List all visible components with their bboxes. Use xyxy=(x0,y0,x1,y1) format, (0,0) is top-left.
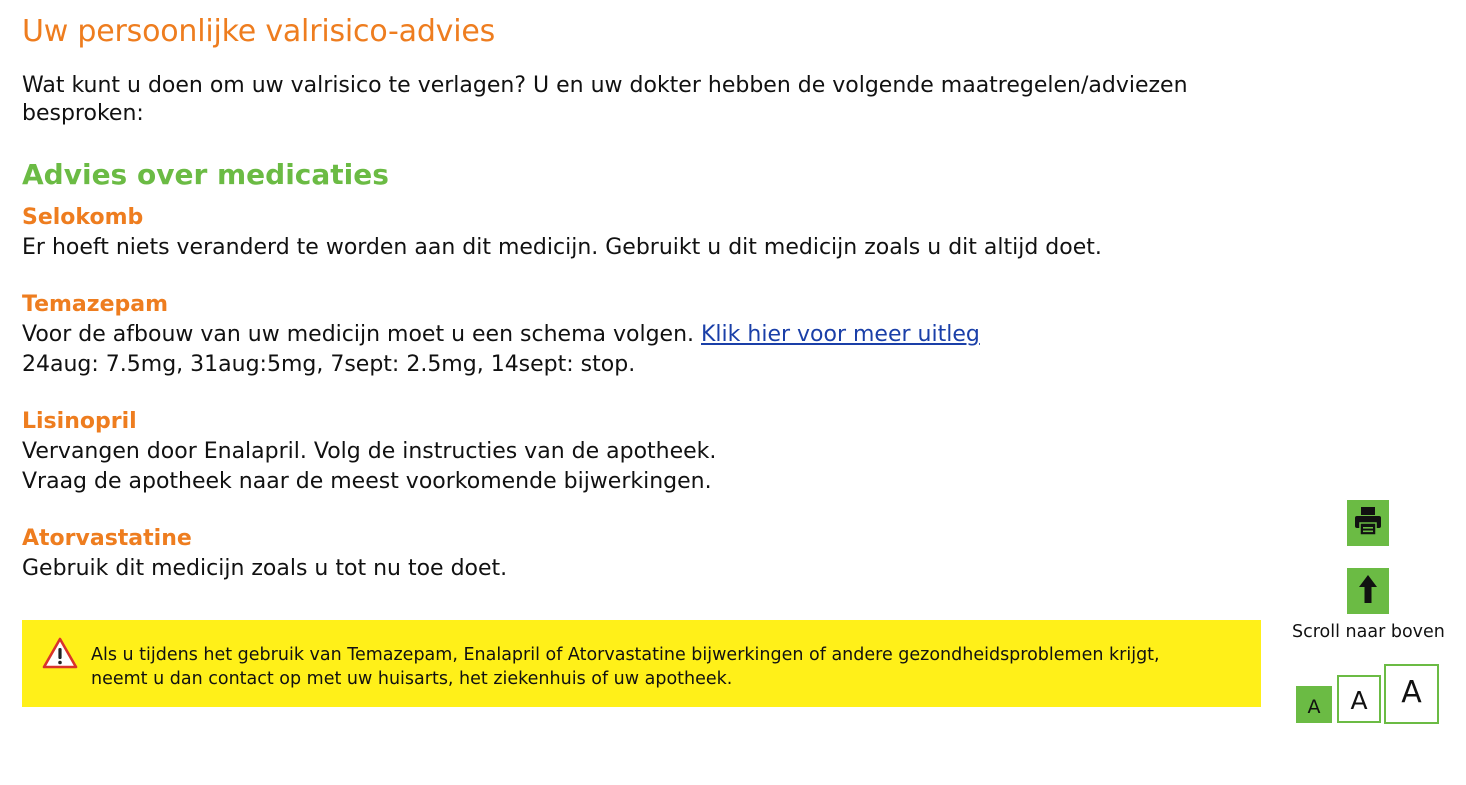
medication-advice: Voor de afbouw van uw medicijn moet u ee… xyxy=(22,320,1272,350)
arrow-up-icon xyxy=(1358,574,1378,608)
medication-selokomb: Selokomb Er hoeft niets veranderd te wor… xyxy=(22,203,1272,263)
intro-text: Wat kunt u doen om uw valrisico te verla… xyxy=(22,73,1188,126)
medication-advice: Gebruik dit medicijn zoals u tot nu toe … xyxy=(22,556,508,581)
medication-temazepam: Temazepam Voor de afbouw van uw medicijn… xyxy=(22,290,1272,380)
medication-name: Temazepam xyxy=(22,292,169,317)
main-content: Uw persoonlijke valrisico-advies Wat kun… xyxy=(22,0,1272,584)
scroll-to-top-button[interactable] xyxy=(1347,568,1389,614)
page: Uw persoonlijke valrisico-advies Wat kun… xyxy=(0,0,1466,785)
medication-advice: Er hoeft niets veranderd te worden aan d… xyxy=(22,235,1102,260)
printer-icon xyxy=(1354,506,1382,540)
warning-line: Als u tijdens het gebruik van Temazepam,… xyxy=(91,645,1160,665)
page-title: Uw persoonlijke valrisico-advies xyxy=(22,14,496,49)
font-size-small-label: A xyxy=(1307,696,1321,718)
section-heading: Advies over medicaties xyxy=(22,158,389,191)
warning-line: neemt u dan contact op met uw huisarts, … xyxy=(91,669,733,689)
font-size-large-button[interactable]: A xyxy=(1384,664,1439,724)
medication-advice-extra: Vraag de apotheek naar de meest voorkome… xyxy=(22,469,712,494)
medication-advice-text: Voor de afbouw van uw medicijn moet u ee… xyxy=(22,322,694,347)
medication-atorvastatine: Atorvastatine Gebruik dit medicijn zoals… xyxy=(22,524,1272,584)
medication-advice: Vervangen door Enalapril. Volg de instru… xyxy=(22,439,717,464)
medication-name: Atorvastatine xyxy=(22,526,192,551)
more-info-link[interactable]: Klik hier voor meer uitleg xyxy=(701,322,980,347)
medication-lisinopril: Lisinopril Vervangen door Enalapril. Vol… xyxy=(22,407,1272,497)
warning-text: Als u tijdens het gebruik van Temazepam,… xyxy=(91,643,1221,691)
font-size-medium-button[interactable]: A xyxy=(1337,675,1381,723)
warning-box: Als u tijdens het gebruik van Temazepam,… xyxy=(22,620,1261,707)
font-size-medium-label: A xyxy=(1350,686,1368,715)
font-size-small-button[interactable]: A xyxy=(1296,686,1332,723)
print-button[interactable] xyxy=(1347,500,1389,546)
medication-name: Lisinopril xyxy=(22,409,137,434)
medication-name: Selokomb xyxy=(22,205,144,230)
scroll-to-top-label: Scroll naar boven xyxy=(1292,622,1445,642)
warning-icon xyxy=(42,637,78,669)
font-size-large-label: A xyxy=(1401,675,1422,710)
taper-schedule: 24aug: 7.5mg, 31aug:5mg, 7sept: 2.5mg, 1… xyxy=(22,352,636,377)
